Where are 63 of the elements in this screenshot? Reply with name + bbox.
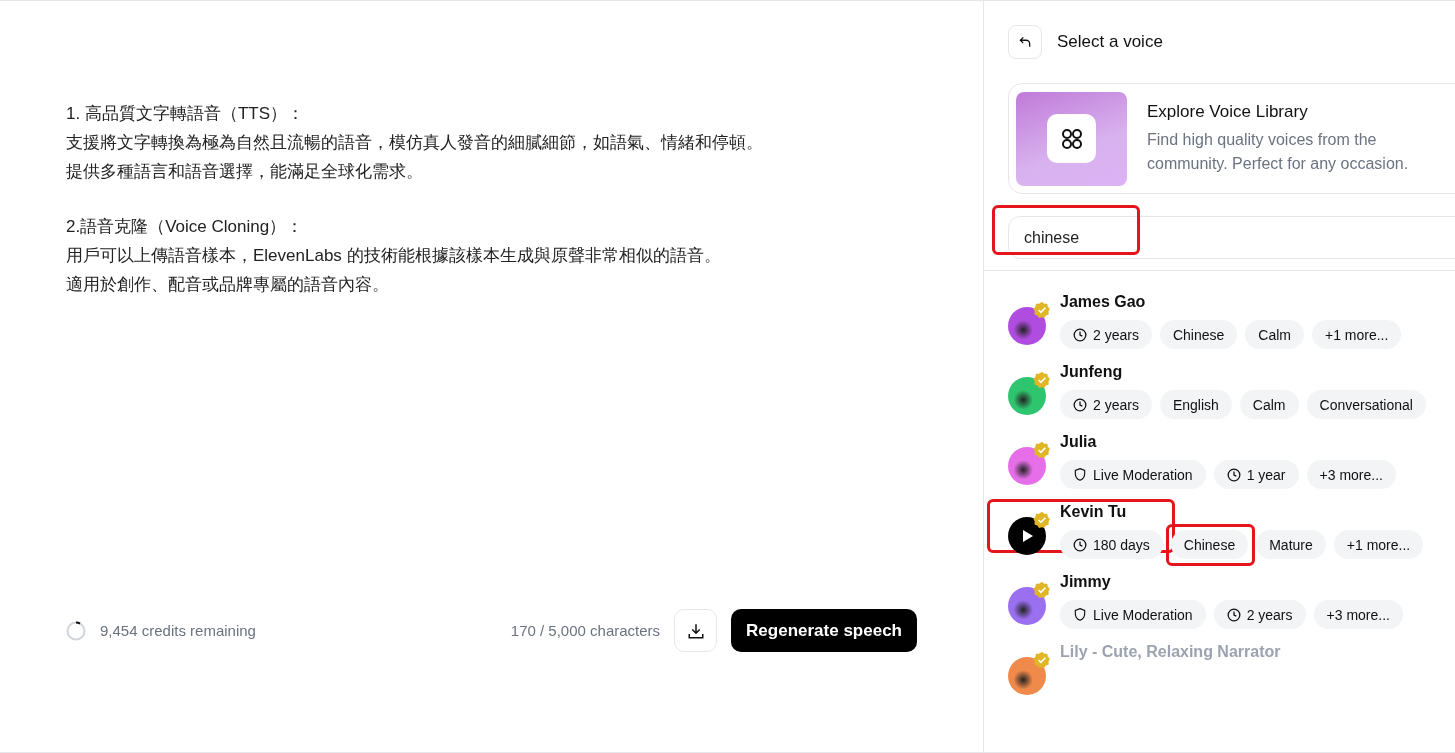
verified-badge-icon — [1033, 371, 1051, 389]
voice-tag: +1 more... — [1333, 530, 1424, 559]
voice-tag: +3 more... — [1306, 460, 1396, 489]
voice-tag: Calm — [1239, 390, 1299, 419]
voice-avatar[interactable] — [1008, 587, 1046, 625]
voice-name: Jimmy — [1060, 573, 1112, 591]
voice-avatar[interactable] — [1008, 657, 1046, 695]
voice-library-card[interactable]: Explore Voice Library Find high quality voices from the community. Perfect for any occasion. — [1008, 83, 1455, 194]
editor-text-line: 1. 高品質文字轉語音（TTS）： — [66, 103, 305, 125]
voice-tag: 2 years — [1060, 320, 1152, 349]
verified-badge-icon — [1033, 581, 1051, 599]
voice-name: James Gao — [1060, 293, 1147, 311]
voice-avatar[interactable] — [1008, 517, 1046, 555]
clock-icon — [1073, 537, 1087, 552]
clock-icon — [1226, 607, 1241, 622]
verified-badge-icon — [1033, 511, 1051, 529]
panel-title: Select a voice — [1057, 32, 1163, 52]
four-circles-icon — [1060, 127, 1083, 150]
regenerate-speech-button[interactable]: Regenerate speech — [731, 609, 917, 652]
play-icon — [1020, 529, 1034, 543]
library-description: Find high quality voices from the community. Perfect for any occasion. — [1147, 129, 1410, 174]
clock-icon — [1073, 327, 1087, 342]
voice-tag: +3 more... — [1313, 600, 1403, 629]
voice-avatar[interactable] — [1008, 307, 1046, 345]
verified-badge-icon — [1033, 651, 1051, 669]
credits-remaining: 9,454 credits remaining — [100, 622, 256, 639]
voice-tag: Calm — [1245, 320, 1304, 349]
editor-text-line: 適用於創作、配音或品牌專屬的語音內容。 — [66, 274, 390, 296]
voice-tag: Live Moderation — [1060, 600, 1206, 629]
search-field[interactable]: chinese — [1008, 216, 1455, 259]
credits-ring-icon — [66, 620, 86, 641]
editor-text-line: 提供多種語言和語音選擇，能滿足全球化需求。 — [66, 161, 424, 183]
library-title: Explore Voice Library — [1147, 101, 1309, 122]
voice-tag: 1 year — [1213, 460, 1299, 489]
editor-text-line: 用戶可以上傳語音樣本，ElevenLabs 的技術能根據該樣本生成與原聲非常相似的語音。 — [66, 245, 722, 267]
voice-tag: 2 years — [1213, 600, 1306, 629]
verified-badge-icon — [1033, 441, 1051, 459]
voice-tag: Live Moderation — [1060, 460, 1206, 489]
voice-name: Kevin Tu — [1060, 503, 1128, 521]
voice-tag: Conversational — [1306, 390, 1426, 419]
voice-tag: English — [1159, 390, 1232, 419]
voice-tag: Mature — [1256, 530, 1326, 559]
voice-avatar[interactable] — [1008, 377, 1046, 415]
back-button[interactable] — [1008, 25, 1042, 59]
download-button[interactable] — [674, 609, 718, 652]
editor-text-line: 2.語音克隆（Voice Cloning）： — [66, 216, 305, 238]
voice-name: Julia — [1060, 433, 1098, 451]
shield-icon — [1073, 607, 1087, 622]
clock-icon — [1226, 467, 1241, 482]
voice-avatar[interactable] — [1008, 447, 1046, 485]
character-count: 170 / 5,000 characters — [510, 622, 661, 639]
verified-badge-icon — [1033, 301, 1051, 319]
voice-name: Junfeng — [1060, 363, 1124, 381]
voice-tag: +1 more... — [1311, 320, 1402, 349]
download-icon — [686, 621, 705, 640]
voice-name: Lily - Cute, Relaxing Narrator — [1060, 643, 1281, 661]
voice-tag: 180 days — [1060, 530, 1163, 559]
back-arrow-icon — [1018, 35, 1032, 49]
editor-text-line: 支援將文字轉換為極為自然且流暢的語音，模仿真人發音的細膩細節，如語氣、情緒和停頓。 — [66, 132, 764, 154]
clock-icon — [1073, 397, 1087, 412]
shield-icon — [1073, 467, 1087, 482]
voice-tag: 2 years — [1060, 390, 1152, 419]
voice-tag: Chinese — [1159, 320, 1238, 349]
